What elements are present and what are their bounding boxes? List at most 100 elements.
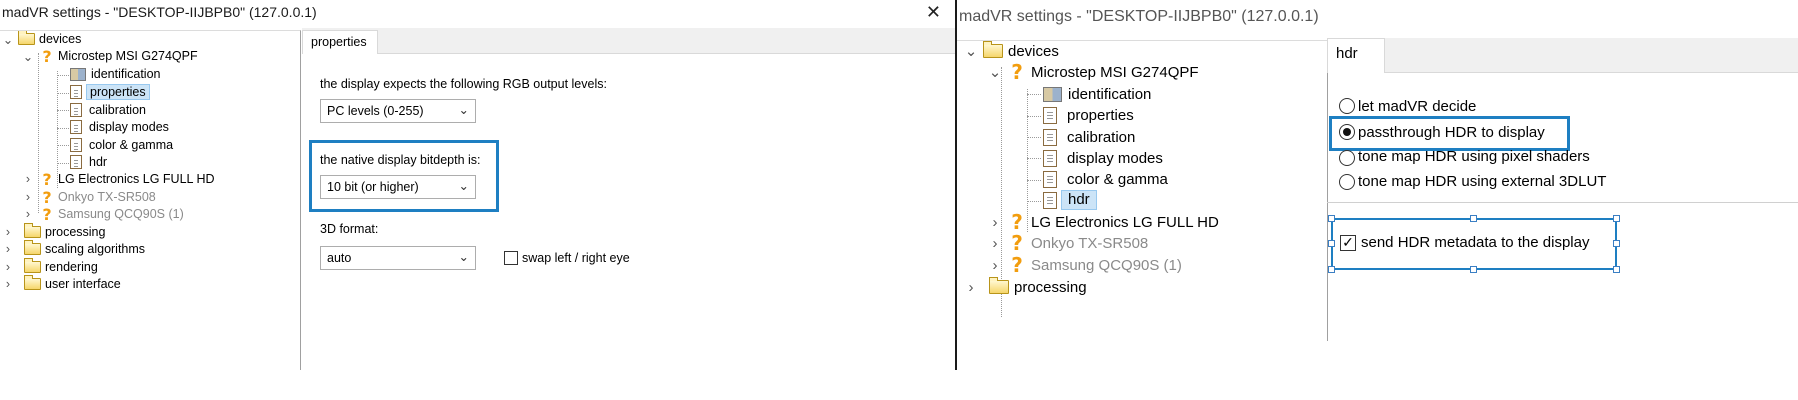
question-mark-icon: ?: [42, 204, 52, 224]
send-metadata-checkbox[interactable]: ✓: [1340, 235, 1356, 251]
rgb-levels-select[interactable]: PC levels (0-255) ⌄: [320, 99, 476, 123]
tree-node-processing[interactable]: › processing: [963, 277, 1087, 297]
document-icon: [70, 155, 82, 169]
tree-node-calibration[interactable]: calibration: [70, 102, 146, 118]
tree-node-identification[interactable]: identification: [1043, 84, 1151, 104]
radio-let-madvr-decide[interactable]: [1339, 98, 1355, 114]
select-value: auto: [327, 251, 352, 265]
tree-label-selected: properties: [86, 84, 150, 100]
tree-label: Microstep MSI G274QPF: [58, 49, 198, 63]
document-icon: [1043, 106, 1057, 124]
tree-label: Onkyo TX-SR508: [58, 190, 156, 204]
select-value: 10 bit (or higher): [327, 180, 419, 194]
format3d-select[interactable]: auto ⌄: [320, 246, 476, 270]
tree-node-device-samsung[interactable]: › ? Samsung QCQ90S (1): [987, 253, 1182, 277]
tree-node-user-interface[interactable]: › user interface: [2, 275, 121, 292]
tree-node-device-msi[interactable]: ⌄ ? Microstep MSI G274QPF: [987, 60, 1199, 84]
chevron-right-icon[interactable]: ›: [2, 242, 14, 256]
option-label: passthrough HDR to display: [1358, 124, 1545, 141]
tree-node-scaling[interactable]: › scaling algorithms: [2, 240, 145, 257]
chevron-right-icon[interactable]: ›: [22, 190, 34, 204]
hdr-panel: let madVR decide passthrough HDR to disp…: [1327, 72, 1798, 342]
tree-node-color-gamma[interactable]: color & gamma: [70, 137, 173, 153]
chevron-right-icon[interactable]: ›: [987, 257, 1003, 274]
option-label: tone map HDR using external 3DLUT: [1358, 173, 1607, 190]
tree-node-device-onkyo[interactable]: › ? Onkyo TX-SR508: [22, 188, 156, 207]
tree-node-processing[interactable]: › processing: [2, 223, 106, 240]
tree-label: LG Electronics LG FULL HD: [1031, 213, 1219, 231]
tree-label: processing: [45, 225, 106, 239]
resize-handle[interactable]: [1470, 266, 1477, 273]
tree-node-hdr[interactable]: hdr: [1043, 190, 1097, 210]
resize-handle[interactable]: [1328, 215, 1335, 222]
resize-handle[interactable]: [1328, 266, 1335, 273]
radio-passthrough-hdr[interactable]: [1339, 124, 1355, 140]
document-icon: [70, 138, 82, 152]
bitdepth-label: the native display bitdepth is:: [320, 153, 481, 167]
chevron-down-icon[interactable]: ⌄: [2, 32, 14, 47]
tree-node-identification[interactable]: identification: [70, 66, 161, 82]
tree-node-hdr[interactable]: hdr: [70, 154, 107, 170]
chevron-down-icon: ⌄: [458, 250, 469, 264]
question-mark-icon: ?: [42, 169, 52, 189]
tree-node-device-onkyo[interactable]: › ? Onkyo TX-SR508: [987, 231, 1149, 255]
tree-node-devices[interactable]: ⌄ devices: [2, 31, 81, 47]
resize-handle[interactable]: [1470, 215, 1477, 222]
swap-eye-checkbox[interactable]: [504, 251, 518, 265]
chevron-right-icon[interactable]: ›: [2, 225, 14, 239]
tree-node-device-lg[interactable]: › ? LG Electronics LG FULL HD: [22, 169, 215, 189]
document-icon: [70, 85, 82, 99]
identification-icon: [1043, 86, 1062, 102]
tab-strip: hdr: [1327, 38, 1798, 73]
tree-node-properties[interactable]: properties: [70, 84, 150, 100]
swap-eye-label: swap left / right eye: [522, 251, 630, 265]
settings-window-left: madVR settings - "DESKTOP-IIJBPB0" (127.…: [0, 0, 957, 370]
settings-tree: ⌄ devices ⌄ ? Microstep MSI G274QPF iden…: [957, 40, 1328, 341]
radio-tone-map-shaders[interactable]: [1339, 150, 1355, 166]
tree-node-calibration[interactable]: calibration: [1043, 127, 1135, 147]
tree-node-display-modes[interactable]: display modes: [70, 119, 169, 135]
chevron-down-icon[interactable]: ⌄: [987, 63, 1003, 81]
folder-icon: [24, 258, 41, 273]
document-icon: [70, 103, 82, 117]
radio-tone-map-3dlut[interactable]: [1339, 174, 1355, 190]
bitdepth-select[interactable]: 10 bit (or higher) ⌄: [320, 175, 476, 199]
chevron-right-icon[interactable]: ›: [963, 279, 979, 296]
tab-hdr[interactable]: hdr: [1327, 38, 1385, 73]
chevron-right-icon[interactable]: ›: [22, 172, 34, 186]
chevron-right-icon[interactable]: ›: [987, 214, 1003, 231]
chevron-right-icon[interactable]: ›: [22, 207, 34, 221]
chevron-right-icon[interactable]: ›: [2, 277, 14, 291]
tree-label: devices: [1008, 42, 1059, 60]
question-mark-icon: ?: [1011, 60, 1023, 84]
tree-node-device-lg[interactable]: › ? LG Electronics LG FULL HD: [987, 210, 1219, 234]
tab-properties[interactable]: properties: [302, 30, 378, 54]
tree-label: Onkyo TX-SR508: [1031, 234, 1149, 252]
tree-node-color-gamma[interactable]: color & gamma: [1043, 169, 1168, 189]
tree-label: Samsung QCQ90S (1): [58, 207, 184, 221]
resize-handle[interactable]: [1613, 240, 1620, 247]
folder-icon: [18, 31, 35, 45]
chevron-down-icon[interactable]: ⌄: [963, 42, 979, 60]
chevron-right-icon[interactable]: ›: [987, 235, 1003, 252]
chevron-right-icon[interactable]: ›: [2, 260, 14, 274]
resize-handle[interactable]: [1613, 266, 1620, 273]
tree-node-device-msi[interactable]: ⌄ ? Microstep MSI G274QPF: [22, 47, 198, 66]
tree-node-device-samsung[interactable]: › ? Samsung QCQ90S (1): [22, 204, 184, 224]
document-icon: [1043, 128, 1057, 146]
tree-node-devices[interactable]: ⌄ devices: [963, 41, 1059, 61]
window-title: madVR settings - "DESKTOP-IIJBPB0" (127.…: [2, 4, 317, 20]
resize-handle[interactable]: [1328, 240, 1335, 247]
tree-node-properties[interactable]: properties: [1043, 105, 1134, 125]
folder-icon: [989, 277, 1009, 294]
close-icon[interactable]: ✕: [926, 0, 941, 24]
question-mark-icon: ?: [1011, 253, 1023, 277]
settings-window-right: madVR settings - "DESKTOP-IIJBPB0" (127.…: [957, 0, 1798, 370]
document-icon: [1043, 191, 1057, 209]
tree-node-rendering[interactable]: › rendering: [2, 258, 98, 275]
resize-handle[interactable]: [1613, 215, 1620, 222]
chevron-down-icon[interactable]: ⌄: [22, 49, 34, 64]
folder-icon: [24, 275, 41, 290]
tree-node-display-modes[interactable]: display modes: [1043, 148, 1163, 168]
tree-label: identification: [1068, 85, 1152, 103]
